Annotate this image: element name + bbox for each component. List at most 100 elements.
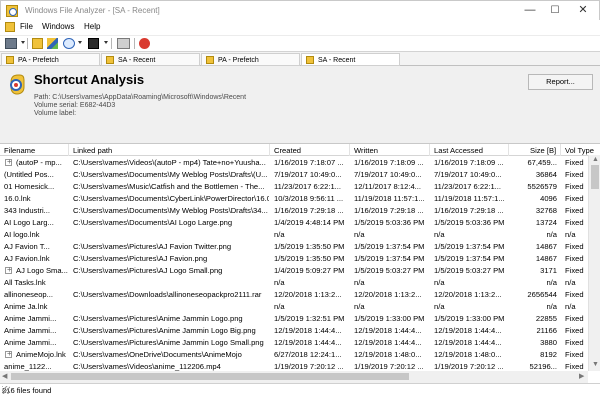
horizontal-scrollbar[interactable]: ◀ ▶ (0, 371, 588, 383)
tab-sa-recent[interactable]: SA - Recent (101, 53, 200, 66)
view-dropdown-icon[interactable] (21, 41, 25, 44)
menu-help[interactable]: Help (84, 22, 100, 31)
table-row[interactable]: All Tasks.lnk n/a n/a n/a n/a n/a (0, 276, 588, 288)
dark-folder-icon[interactable] (88, 38, 99, 49)
menu-windows[interactable]: Windows (42, 22, 74, 31)
cell-size: 13724 (535, 218, 557, 227)
cell-filename: 16.0.lnk (4, 194, 31, 203)
expand-icon[interactable] (5, 265, 12, 274)
column-header-last-accessed[interactable]: Last Accessed (430, 144, 509, 156)
cell-linked-path: C:\Users\vames\Downloads\allinoneseopack… (73, 290, 262, 299)
cell-written: 11/19/2018 11:57:1... (354, 194, 425, 203)
expand-icon[interactable] (5, 349, 12, 358)
cell-created: 1/5/2019 1:35:50 PM (274, 254, 345, 263)
cell-filename: (autoP - mp... (16, 158, 62, 167)
tab-sa-recent-active[interactable]: SA - Recent (301, 53, 400, 66)
minimize-icon[interactable]: — (516, 3, 544, 19)
status-bar: 216 files found (0, 383, 600, 396)
cell-last-accessed: 11/23/2017 6:22:1... (434, 182, 501, 191)
maximize-icon[interactable]: ☐ (541, 3, 569, 19)
cell-filename: AI logo.lnk (4, 230, 40, 239)
table-row[interactable]: Anime Ja.lnk n/a n/a n/a n/a n/a (0, 300, 588, 312)
table-row[interactable]: 01 Homesick... C:\Users\vames\Music\Catfi… (0, 180, 588, 192)
scroll-up-icon[interactable]: ▲ (592, 156, 599, 163)
cell-linked-path: C:\Users\vames\Pictures\Anime Jammin Log… (73, 338, 264, 347)
cell-last-accessed: 12/19/2018 1:48:0... (434, 350, 502, 359)
analysis-title: Shortcut Analysis (34, 72, 145, 87)
table-row[interactable]: AnimeMojo.lnk C:\Users\vames\OneDrive\Doc… (0, 348, 588, 360)
scroll-left-icon[interactable]: ◀ (2, 372, 7, 380)
cell-filename: (Untitled Pos... (4, 170, 54, 179)
cell-size: 4096 (540, 194, 557, 203)
cell-linked-path: C:\Users\vames\Videos\(autoP - mp4) Tate… (73, 158, 266, 167)
table-row[interactable]: Anime Jammi... C:\Users\vames\Pictures\An… (0, 336, 588, 348)
cell-vol-type: Fixed (565, 254, 584, 263)
cell-last-accessed: 11/19/2018 11:57:1... (434, 194, 505, 203)
vertical-scroll-thumb[interactable] (591, 165, 599, 189)
cell-linked-path: C:\Users\vames\Music\Catfish and the Bot… (73, 182, 265, 191)
menu-file[interactable]: File (20, 22, 33, 31)
horizontal-scroll-thumb[interactable] (11, 373, 409, 380)
report-button[interactable]: Report... (528, 74, 593, 90)
tab-label: SA - Recent (318, 57, 356, 64)
cell-vol-type: Fixed (565, 350, 584, 359)
column-header-written[interactable]: Written (350, 144, 430, 156)
cell-written: 12/19/2018 1:44:4... (354, 326, 422, 335)
toolbar-separator (134, 38, 135, 49)
view-icon[interactable] (5, 38, 17, 49)
table-row[interactable]: allinoneseop... C:\Users\vames\Downloads\… (0, 288, 588, 300)
scroll-right-icon[interactable]: ▶ (579, 372, 584, 380)
table-row[interactable]: 343 Industri... C:\Users\vames\Documents\… (0, 204, 588, 216)
cell-linked-path: C:\Users\vames\Documents\My Weblog Posts… (73, 170, 268, 179)
table-row[interactable]: AI logo.lnk n/a n/a n/a n/a n/a (0, 228, 588, 240)
dark-folder-dropdown-icon[interactable] (104, 41, 108, 44)
path-text: Path: C:\Users\vames\AppData\Roaming\Mic… (34, 94, 247, 101)
cell-last-accessed: 1/19/2019 7:20:12 ... (434, 362, 504, 371)
table-row[interactable]: Anime Jammi... C:\Users\vames\Pictures\An… (0, 312, 588, 324)
title-bar: Windows File Analyzer - [SA - Recent] — … (0, 0, 600, 20)
table-row[interactable]: 16.0.lnk C:\Users\vames\Documents\CyberLi… (0, 192, 588, 204)
cell-written: 1/5/2019 5:03:27 PM (354, 266, 425, 275)
column-header-created[interactable]: Created (270, 144, 350, 156)
column-header-linked-path[interactable]: Linked path (69, 144, 270, 156)
folder-open-icon[interactable] (32, 38, 43, 49)
app-logo-icon (6, 5, 18, 17)
cell-written: 1/5/2019 5:03:36 PM (354, 218, 425, 227)
resize-grip-icon[interactable] (2, 386, 10, 394)
tab-pa-prefetch[interactable]: PA - Prefetch (1, 53, 100, 66)
table-row[interactable]: AJ Favion T... C:\Users\vames\Pictures\AJ… (0, 240, 588, 252)
table-row[interactable]: AI Logo Larg... C:\Users\vames\Documents\… (0, 216, 588, 228)
cell-vol-type: Fixed (565, 266, 584, 275)
print-icon[interactable] (117, 38, 130, 49)
cell-linked-path: C:\Users\vames\Pictures\Anime Jammin Log… (73, 326, 256, 335)
scroll-down-icon[interactable]: ▼ (592, 361, 599, 368)
cell-size: 14867 (535, 254, 557, 263)
table-row[interactable]: AJ Logo Sma... C:\Users\vames\Pictures\AJ… (0, 264, 588, 276)
refresh-icon[interactable] (63, 38, 75, 49)
column-header-size[interactable]: Size [B] (509, 144, 561, 156)
cell-last-accessed: 1/5/2019 1:37:54 PM (434, 242, 505, 251)
cell-created: 12/19/2018 1:44:4... (274, 326, 342, 335)
close-icon[interactable]: ✕ (569, 3, 597, 19)
cell-vol-type: Fixed (565, 218, 584, 227)
expand-icon[interactable] (5, 157, 12, 166)
cell-vol-type: Fixed (565, 326, 584, 335)
refresh-dropdown-icon[interactable] (78, 41, 82, 44)
cell-filename: Anime Jammi... (4, 314, 56, 323)
tab-folder-icon (6, 56, 14, 64)
cell-size: 3880 (540, 338, 557, 347)
column-header-filename[interactable]: Filename (0, 144, 69, 156)
table-row[interactable]: (Untitled Pos... C:\Users\vames\Documents… (0, 168, 588, 180)
tab-pa-prefetch[interactable]: PA - Prefetch (201, 53, 300, 66)
stop-icon[interactable] (139, 38, 150, 49)
table-row[interactable]: (autoP - mp... C:\Users\vames\Videos\(aut… (0, 156, 588, 168)
vertical-scrollbar[interactable]: ▲ ▼ (588, 155, 600, 371)
app-menu-icon[interactable] (5, 22, 15, 32)
folder-color-icon[interactable] (47, 38, 58, 49)
cell-size: n/a (546, 302, 557, 311)
cell-written: n/a (354, 230, 365, 239)
cell-written: 1/5/2019 1:37:54 PM (354, 242, 425, 251)
cell-linked-path: C:\Users\vames\Pictures\Anime Jammin Log… (73, 314, 243, 323)
table-row[interactable]: AJ Favion.lnk C:\Users\vames\Pictures\AJ … (0, 252, 588, 264)
table-row[interactable]: Anime Jammi... C:\Users\vames\Pictures\An… (0, 324, 588, 336)
